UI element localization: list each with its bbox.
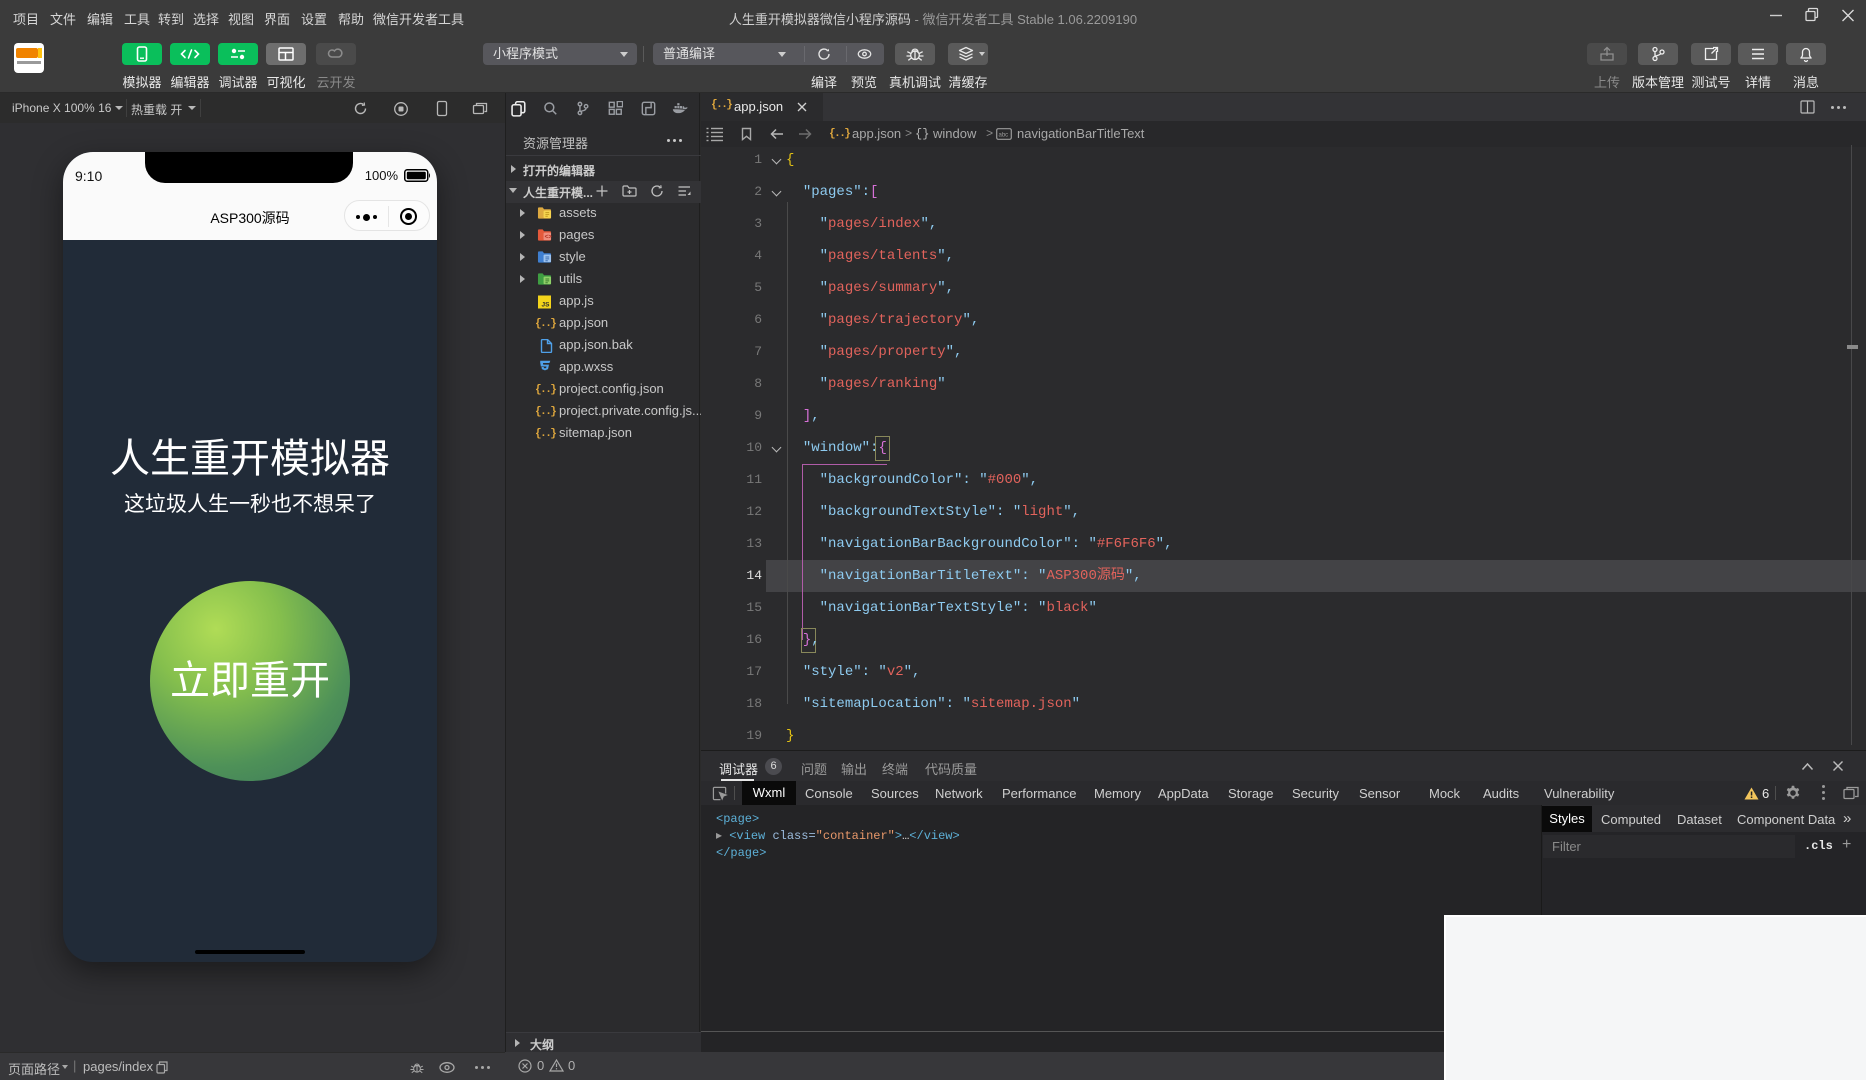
svg-text:JS: JS	[542, 302, 551, 309]
svg-text:abc: abc	[999, 133, 1009, 139]
svg-text:<>: <>	[545, 235, 552, 241]
